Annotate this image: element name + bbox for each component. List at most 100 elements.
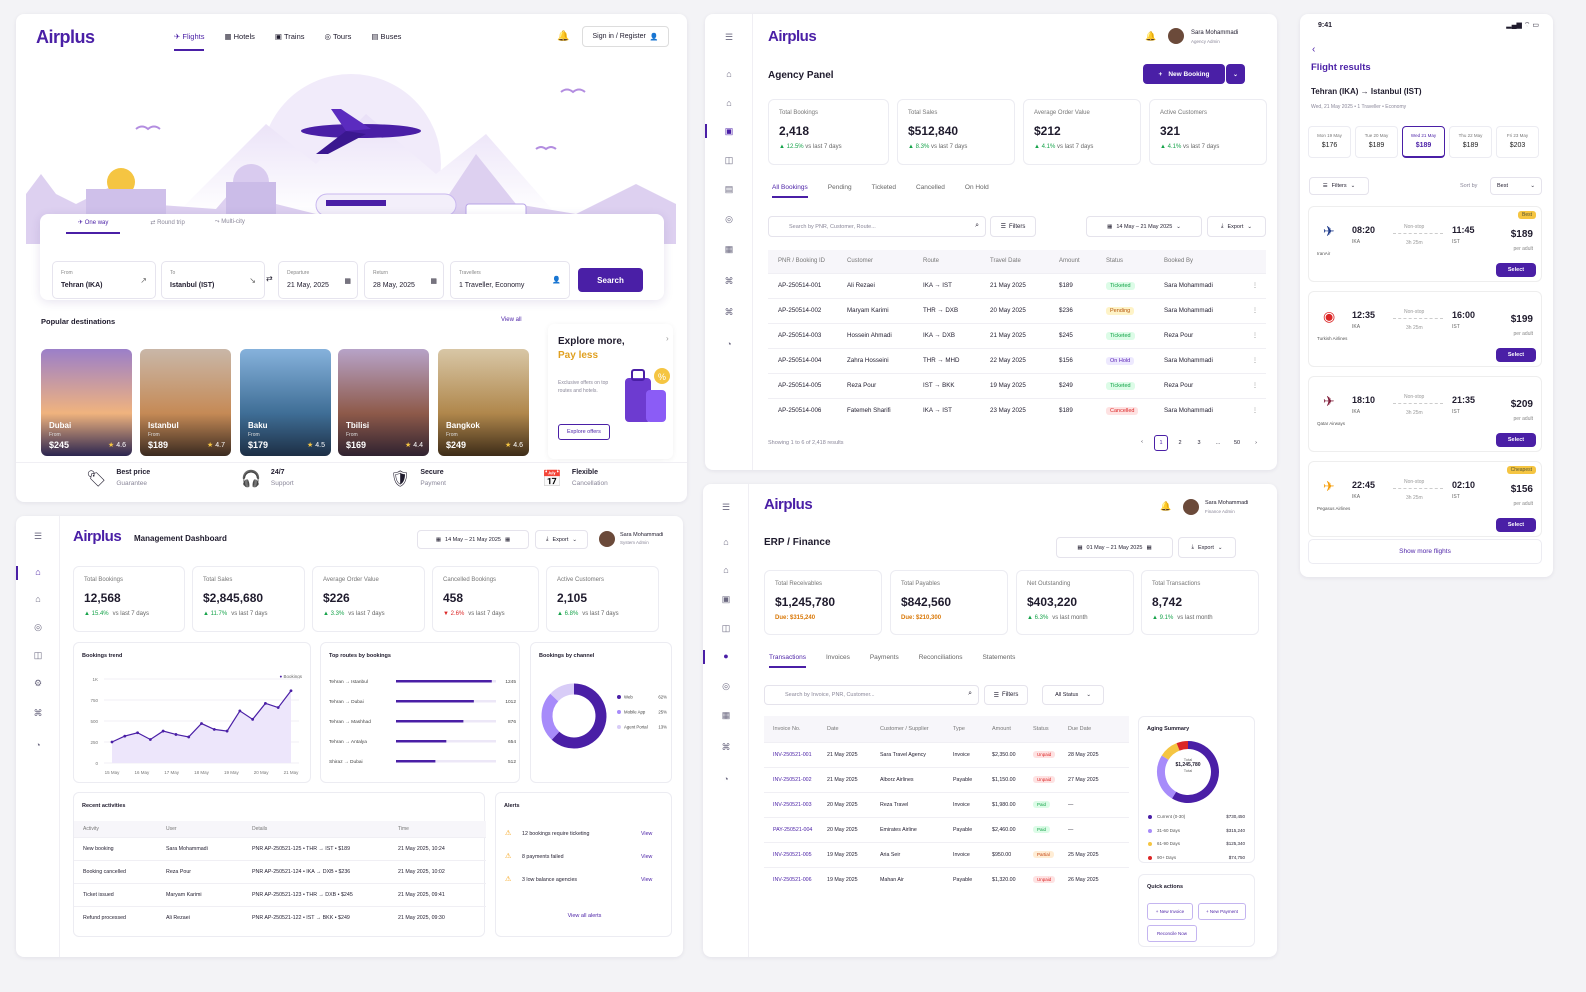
back-icon[interactable]: ‹	[1312, 44, 1315, 55]
nav-trains[interactable]: ▣ Trains	[275, 32, 305, 51]
avatar[interactable]	[1168, 28, 1184, 44]
explore-offers-button[interactable]: Explore offers	[558, 424, 610, 440]
date-option[interactable]: Mon 19 May $176	[1308, 126, 1351, 158]
col-header[interactable]: PNR / Booking ID	[768, 250, 847, 273]
support-icon[interactable]: ◔	[16, 740, 60, 750]
calendar-icon[interactable]: ▦	[705, 244, 753, 255]
alert-view-link[interactable]: View	[641, 831, 652, 837]
page-button[interactable]: 50	[1230, 435, 1244, 451]
travellers-field[interactable]: Travellers 1 Traveller, Economy 👤	[450, 261, 570, 299]
search-input[interactable]: Search by PNR, Customer, Route... ⌕	[768, 216, 986, 237]
export-button[interactable]: ⤓ Export ⌄	[1178, 537, 1236, 558]
col-header[interactable]: Date	[827, 716, 880, 742]
invoice-link[interactable]: PAY-250521-004	[773, 827, 812, 833]
menu-icon[interactable]: ☰	[16, 531, 60, 542]
tab-transactions[interactable]: Transactions	[769, 654, 806, 668]
apps-icon[interactable]: ⌘	[16, 708, 60, 719]
more-icon[interactable]: ⋮	[1252, 322, 1266, 348]
wallet-icon[interactable]: ◫	[705, 155, 753, 166]
page-button[interactable]: 1	[1154, 435, 1168, 451]
new-invoice-button[interactable]: + New Invoice	[1147, 903, 1193, 920]
avatar[interactable]	[1183, 499, 1199, 515]
col-header[interactable]: Travel Date	[990, 250, 1059, 273]
agency-icon[interactable]: ▣	[703, 594, 749, 605]
page-button[interactable]: 3	[1192, 435, 1206, 451]
show-more-button[interactable]: Show more flights	[1308, 539, 1542, 564]
table-row[interactable]: AP-250514-005 Reza Pour IST → BKK 19 May 20…	[768, 372, 1266, 398]
flight-card[interactable]: ◉ Turkish Airlines 12:35 IKA Non-stop 3h 25m 1…	[1308, 291, 1542, 367]
return-field[interactable]: Return 28 May, 2025 ▦	[364, 261, 444, 299]
page-button[interactable]: 2	[1173, 435, 1187, 451]
search-input[interactable]: Search by Invoice, PNR, Customer... ⌕	[764, 685, 979, 705]
tab-invoices[interactable]: Invoices	[826, 654, 850, 668]
date-range-picker[interactable]: ▦ 01 May – 21 May 2025 ▦	[1056, 537, 1173, 558]
export-button[interactable]: ⤓ Export ⌄	[1207, 216, 1266, 237]
logo[interactable]: Airplus	[36, 27, 95, 48]
more-icon[interactable]: ⋮	[1252, 397, 1266, 423]
home-icon[interactable]: ⌂	[16, 594, 60, 604]
bookings-icon[interactable]: ⌂	[703, 565, 749, 575]
logo[interactable]: Airplus	[764, 496, 813, 513]
departure-field[interactable]: Departure 21 May, 2025 ▦	[278, 261, 358, 299]
carousel-next-icon[interactable]: ›	[666, 334, 669, 343]
tab-one-way[interactable]: ✈ One way	[66, 219, 121, 234]
table-row[interactable]: New booking Sara Mohammadi PNR AP-250521-1…	[74, 836, 486, 860]
nav-hotels[interactable]: ▦ Hotels	[224, 32, 254, 51]
select-button[interactable]: Select	[1496, 348, 1536, 362]
table-row[interactable]: INV-250521-003 20 May 2025 Reza Travel Invo…	[764, 791, 1129, 817]
invoice-link[interactable]: INV-250521-001	[773, 752, 812, 758]
globe-icon[interactable]: ◎	[16, 622, 60, 633]
col-header[interactable]: Customer / Supplier	[880, 716, 953, 742]
bookings-icon[interactable]: ⌂	[705, 98, 753, 108]
table-row[interactable]: AP-250514-004 Zahra Hosseini THR → MHD 22 M…	[768, 347, 1266, 373]
agency-icon[interactable]: ▣	[705, 126, 753, 137]
status-select[interactable]: All Status ⌄	[1042, 685, 1104, 705]
select-button[interactable]: Select	[1496, 263, 1536, 277]
filters-button[interactable]: ☰ Filters	[990, 216, 1036, 237]
ticket-icon[interactable]: ▤	[705, 184, 753, 195]
date-option[interactable]: Tue 20 May $189	[1355, 126, 1398, 158]
select-button[interactable]: Select	[1496, 518, 1536, 532]
globe-icon[interactable]: ◎	[703, 681, 749, 692]
grid-icon[interactable]: ⌘	[705, 276, 753, 287]
home-icon[interactable]: ⌂	[705, 69, 753, 79]
filters-button[interactable]: ☰ Filters	[984, 685, 1028, 705]
table-row[interactable]: INV-250521-006 19 May 2025 Mahan Air Payabl…	[764, 866, 1129, 892]
globe-icon[interactable]: ◎	[705, 214, 753, 225]
signin-button[interactable]: Sign in / Register 👤	[582, 26, 669, 47]
tab-payments[interactable]: Payments	[870, 654, 899, 668]
to-field[interactable]: To Istanbul (IST) ↘	[161, 261, 265, 299]
prev-page-icon[interactable]: ‹	[1135, 435, 1149, 449]
date-range-picker[interactable]: ▦ 14 May – 21 May 2025 ▦	[417, 530, 529, 549]
table-row[interactable]: Booking cancelled Reza Pour PNR AP-250521-…	[74, 859, 486, 883]
search-button[interactable]: Search	[578, 268, 643, 292]
next-page-icon[interactable]: ›	[1249, 435, 1263, 451]
col-header[interactable]: Type	[953, 716, 992, 742]
tab-reconciliations[interactable]: Reconciliations	[919, 654, 963, 668]
select-button[interactable]: Select	[1496, 433, 1536, 447]
destination-card[interactable]: Tbilisi From $169 ★ 4.4	[338, 349, 429, 456]
settings-icon[interactable]: ⚙	[16, 678, 60, 689]
new-payment-button[interactable]: + New Payment	[1198, 903, 1246, 920]
invoice-link[interactable]: INV-250521-003	[773, 802, 812, 808]
finance-icon[interactable]: ●	[703, 651, 749, 661]
table-row[interactable]: AP-250514-002 Maryam Karimi THR → DXB 20 Ma…	[768, 297, 1266, 323]
table-row[interactable]: Refund processed Ali Rezaei PNR AP-250521-…	[74, 905, 486, 929]
from-field[interactable]: From Tehran (IKA) ↗	[52, 261, 156, 299]
destination-card[interactable]: Istanbul From $189 ★ 4.7	[140, 349, 231, 456]
more-icon[interactable]: ⋮	[1252, 272, 1266, 298]
menu-icon[interactable]: ☰	[705, 32, 753, 43]
table-row[interactable]: PAY-250521-004 20 May 2025 Emirates Airlin…	[764, 816, 1129, 842]
table-row[interactable]: AP-250514-006 Fatemeh Sharifi IKA → IST 23 …	[768, 397, 1266, 423]
bell-icon[interactable]: 🔔	[557, 31, 569, 42]
tab-on-hold[interactable]: On Hold	[965, 184, 989, 198]
apps-icon[interactable]: ⌘	[703, 742, 749, 753]
tab-statements[interactable]: Statements	[982, 654, 1015, 668]
col-header[interactable]: Due Date	[1068, 716, 1129, 742]
col-header[interactable]: Route	[923, 250, 990, 273]
view-all-alerts-link[interactable]: View all alerts	[496, 913, 673, 919]
apps-icon[interactable]: ⌘	[705, 307, 753, 318]
table-row[interactable]: AP-250514-003 Hossein Ahmadi IKA → DXB 21 M…	[768, 322, 1266, 348]
tab-pending[interactable]: Pending	[828, 184, 852, 198]
col-header[interactable]: Customer	[847, 250, 923, 273]
